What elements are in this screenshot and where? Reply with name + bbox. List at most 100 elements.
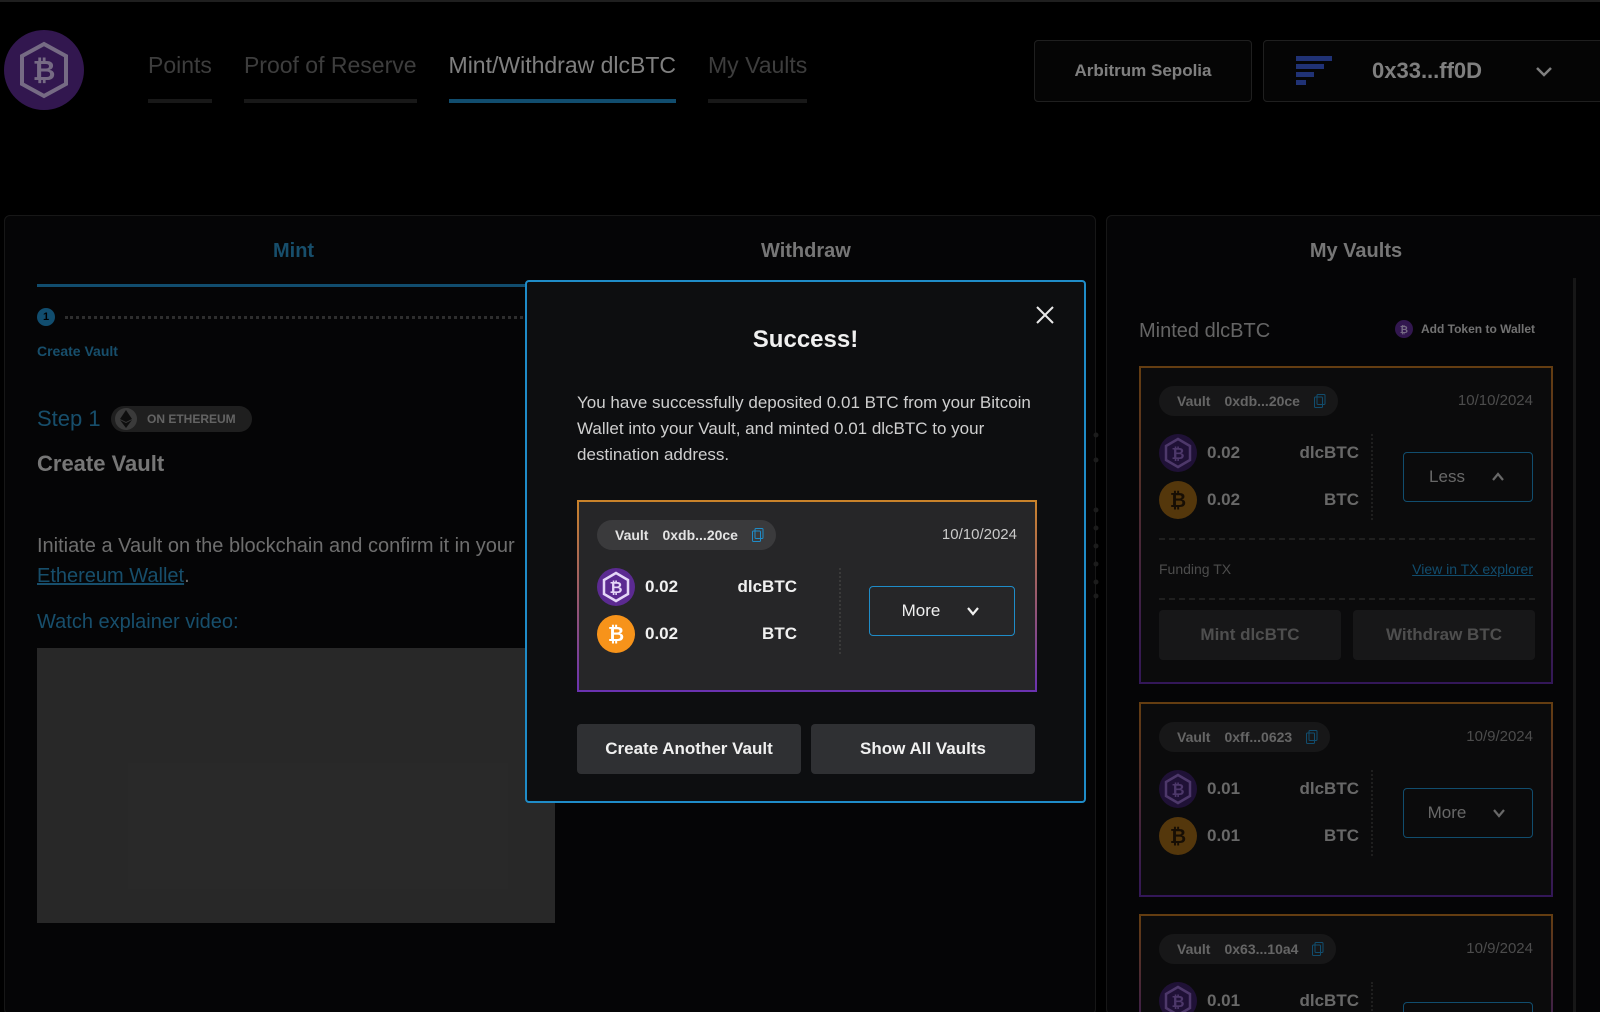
vault-card: Vault 0xff...0623 10/9/2024 ₿ 0.01 dlcBT…	[1139, 702, 1553, 897]
dlcbtc-symbol: dlcBTC	[1299, 779, 1360, 798]
description-end: .	[184, 565, 190, 587]
vault-date: 10/10/2024	[1457, 392, 1533, 409]
btc-amount: 0.02	[645, 624, 679, 643]
withdraw-btc-button[interactable]: Withdraw BTC	[1353, 610, 1535, 660]
step-label: Create Vault	[37, 343, 118, 359]
nav-proof-of-reserve[interactable]: Proof of Reserve	[243, 52, 417, 103]
vault-date: 10/9/2024	[1466, 728, 1533, 745]
network-button[interactable]: Arbitrum Sepolia	[1034, 40, 1252, 102]
modal-vault-card: Vault 0xdb...20ce 10/10/2024 ₿ 0.02 dlcB…	[577, 500, 1037, 692]
vault-date: 10/9/2024	[1466, 940, 1533, 957]
vault-divider	[1371, 770, 1373, 856]
separator	[1159, 538, 1535, 540]
dlcbtc-row: ₿ 0.02 dlcBTC	[597, 568, 797, 606]
svg-text:₿: ₿	[1171, 780, 1184, 799]
show-all-vaults-button[interactable]: Show All Vaults	[811, 724, 1035, 774]
explainer-video[interactable]	[37, 648, 555, 923]
close-icon[interactable]	[1034, 304, 1056, 326]
toggle-label: More	[1427, 803, 1467, 822]
dlcbtc-symbol: dlcBTC	[1299, 443, 1360, 462]
dlcbtc-row: ₿ 0.02 dlcBTC	[1159, 434, 1359, 472]
btc-amount: 0.01	[1207, 826, 1241, 845]
more-button[interactable]	[1403, 1002, 1533, 1012]
dlcbtc-amount: 0.01	[1207, 991, 1241, 1010]
svg-text:₿: ₿	[1171, 992, 1184, 1011]
ethereum-icon	[115, 408, 137, 430]
add-token-label: Add Token to Wallet	[1421, 322, 1535, 336]
svg-text:₿: ₿	[1170, 824, 1186, 848]
modal-title: Success!	[752, 326, 859, 353]
step-title: Step 1	[37, 406, 101, 431]
chevron-up-icon	[1492, 472, 1504, 481]
copy-icon[interactable]	[1313, 394, 1326, 408]
vault-card: Vault 0x63...10a4 10/9/2024 ₿ 0.01 dlcBT…	[1139, 914, 1553, 1012]
add-token-button[interactable]: ₿ Add Token to Wallet	[1395, 320, 1535, 338]
wallet-provider-icon	[1296, 56, 1332, 85]
chevron-down-icon	[1536, 67, 1552, 77]
btc-row: ₿ 0.02 BTC	[1159, 481, 1359, 519]
step-progress-line	[65, 316, 535, 319]
copy-icon[interactable]	[751, 528, 764, 542]
dlcbtc-icon: ₿	[1159, 770, 1197, 808]
separator	[1159, 598, 1535, 600]
bitcoin-icon: ₿	[597, 615, 635, 653]
vault-date: 10/10/2024	[941, 526, 1017, 543]
copy-icon[interactable]	[1312, 942, 1324, 956]
dlcbtc-icon: ₿	[1159, 434, 1197, 472]
more-button[interactable]: More	[1403, 788, 1533, 838]
chain-badge: ON ETHEREUM	[111, 406, 252, 432]
more-button[interactable]: More	[869, 586, 1015, 636]
top-border	[0, 0, 1600, 2]
btc-row: ₿ 0.02 BTC	[597, 615, 797, 653]
vault-label: Vault	[1177, 393, 1211, 409]
svg-text:₿: ₿	[1400, 324, 1408, 336]
tab-mint[interactable]: Mint	[273, 240, 314, 263]
scrollbar[interactable]	[1573, 278, 1576, 1012]
vault-label: Vault	[1177, 941, 1211, 957]
more-label: More	[901, 601, 941, 620]
nav-mint-withdraw[interactable]: Mint/Withdraw dlcBTC	[448, 52, 677, 103]
dlcbtc-logo-icon[interactable]: ₿	[4, 30, 84, 110]
svg-text:₿: ₿	[1171, 444, 1184, 463]
chevron-down-icon	[967, 607, 980, 616]
vault-id: 0xdb...20ce	[662, 527, 738, 543]
vault-id-pill: Vault 0xff...0623	[1159, 722, 1331, 752]
funding-label: Funding TX	[1159, 561, 1232, 577]
minted-subtitle: Minted dlcBTC	[1139, 320, 1271, 342]
svg-text:₿: ₿	[1170, 488, 1186, 512]
less-button[interactable]: Less	[1403, 452, 1533, 502]
create-another-vault-button[interactable]: Create Another Vault	[577, 724, 801, 774]
svg-text:₿: ₿	[608, 622, 624, 646]
tx-explorer-link[interactable]: View in TX explorer	[1412, 561, 1533, 577]
wallet-button[interactable]: 0x33...ff0D	[1263, 40, 1600, 102]
vault-divider	[1371, 434, 1373, 520]
dlcbtc-amount: 0.02	[1207, 443, 1241, 462]
step-dot: 1	[37, 308, 55, 326]
main-nav: Points Proof of Reserve Mint/Withdraw dl…	[148, 52, 808, 103]
btc-symbol: BTC	[1324, 490, 1359, 509]
tab-underline	[37, 284, 537, 287]
copy-icon[interactable]	[1306, 730, 1318, 744]
btc-amount: 0.02	[1207, 490, 1241, 509]
dlcbtc-amount: 0.02	[645, 577, 679, 596]
dlcbtc-icon: ₿	[1159, 982, 1197, 1012]
bitcoin-icon: ₿	[1159, 817, 1197, 855]
decorative-dots	[1093, 432, 1099, 599]
nav-my-vaults[interactable]: My Vaults	[708, 52, 808, 103]
vault-divider	[839, 568, 841, 654]
chain-badge-label: ON ETHEREUM	[147, 412, 236, 426]
vault-label: Vault	[1177, 729, 1211, 745]
chevron-down-icon	[1493, 809, 1506, 818]
mint-dlcbtc-button[interactable]: Mint dlcBTC	[1159, 610, 1341, 660]
nav-points[interactable]: Points	[148, 52, 212, 103]
ethereum-wallet-link[interactable]: Ethereum Wallet	[37, 565, 184, 587]
dlcbtc-amount: 0.01	[1207, 779, 1241, 798]
description: Initiate a Vault on the blockchain and c…	[37, 531, 517, 591]
vault-id: 0xff...0623	[1224, 729, 1293, 745]
btc-row: ₿ 0.01 BTC	[1159, 817, 1359, 855]
svg-text:₿: ₿	[609, 578, 622, 597]
tab-withdraw[interactable]: Withdraw	[761, 240, 851, 263]
modal-message: You have successfully deposited 0.01 BTC…	[577, 393, 1031, 464]
dlcbtc-icon: ₿	[597, 568, 635, 606]
vault-id-pill: Vault 0xdb...20ce	[597, 520, 776, 550]
